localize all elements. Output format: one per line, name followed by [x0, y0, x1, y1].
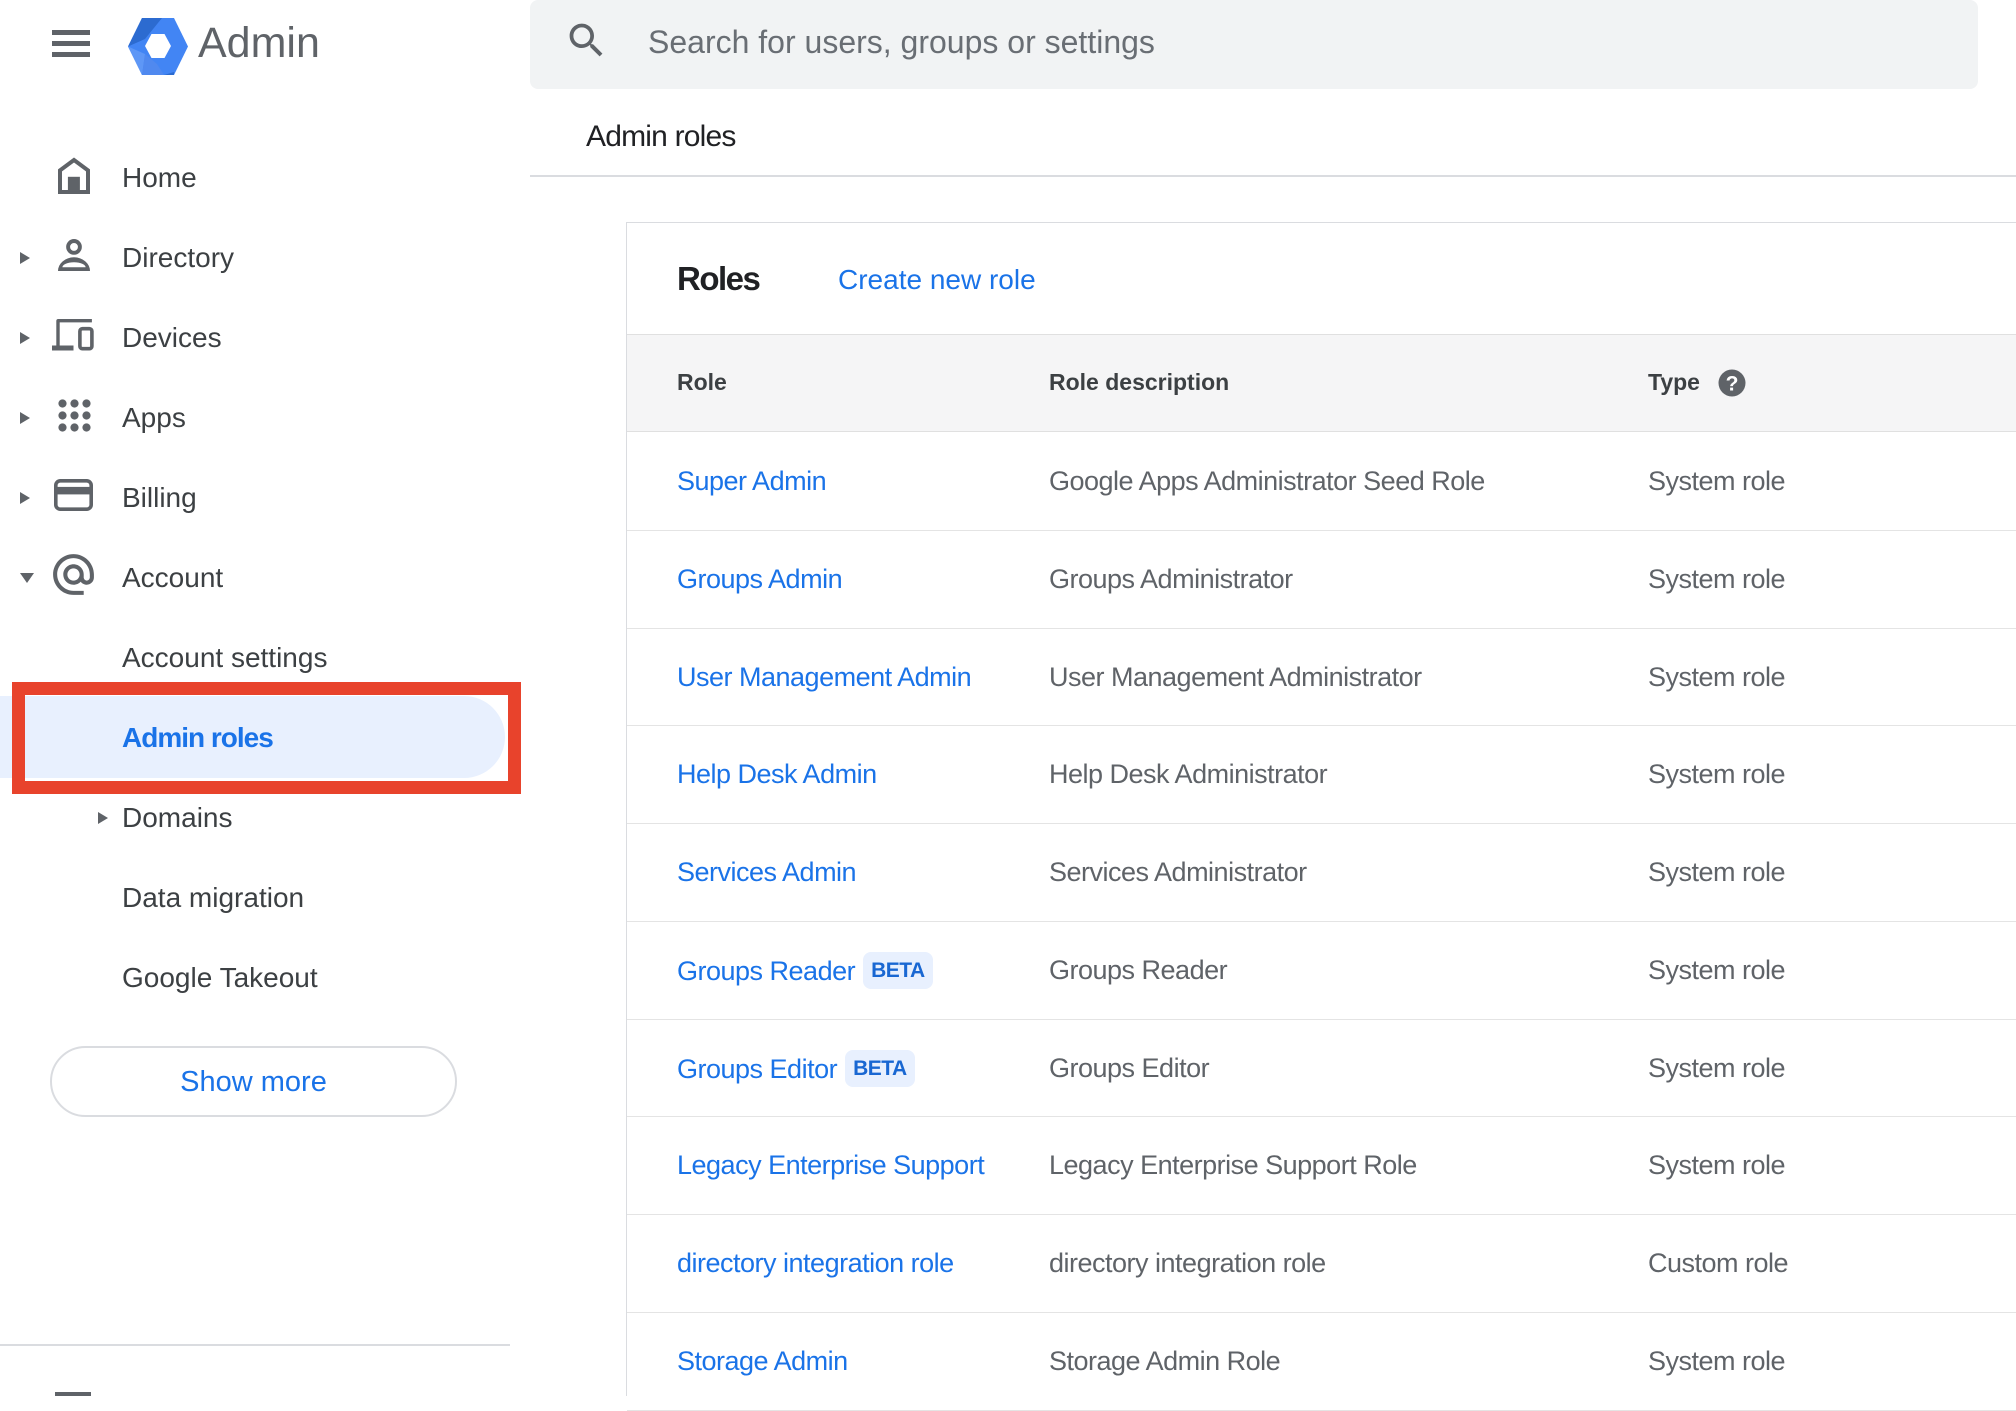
svg-text:?: ?: [1726, 373, 1739, 396]
